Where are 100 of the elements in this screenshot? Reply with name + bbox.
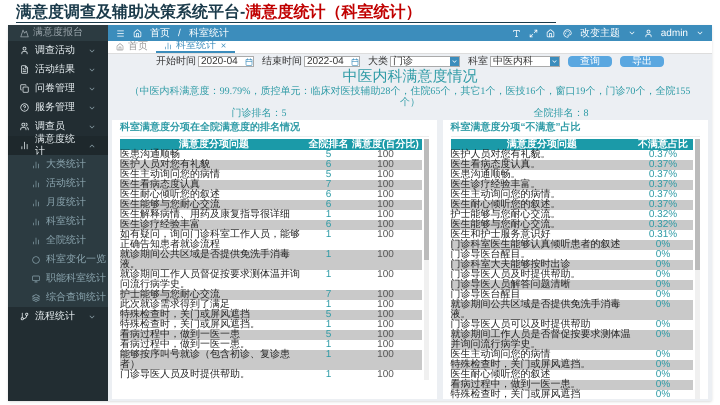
table-cell-text: 0% [654,370,672,380]
column-header: 不满意占比 [636,139,689,150]
table-cell-text: 100 [376,160,395,170]
filter-label: 开始时间 [156,56,196,67]
table-cell-text: 100 [376,350,395,362]
table-cell-text: 100 [376,290,395,300]
table-cell-text: 0% [654,290,672,300]
sidebar-subitem[interactable]: 全院统计 [8,231,108,250]
table-cell-text: 6 [324,160,332,170]
breadcrumb: / [178,26,181,40]
table-cell-text: 如有疑问，询问门诊科室工作人员，能够正确告知患者就诊流程 [120,230,301,250]
home-icon [116,42,124,50]
table-cell-text: 100 [376,180,395,190]
report-summary: （中医内科满意度：99.79%，质控单元：临床对医技辅助28个，住院65个，其它1个，医技16个，窗口19个，门诊70个，全院155个） [128,86,692,108]
table-cell-text: 医生解释病情、用药及康复指导很详细 [120,210,291,220]
table-cell-text: 100 [376,300,395,310]
action-button[interactable]: 查询 [568,56,612,67]
table-cell-text: 1 [324,340,332,350]
table-cell-text: 100 [376,200,395,210]
table-cell-text: 医生看病态度认真 [120,180,200,190]
table-cell-text: 0.37% [648,170,678,180]
font-size-icon[interactable] [512,28,521,38]
table-cell-text: 0.32% [648,210,678,220]
fullscreen-icon[interactable] [528,28,538,38]
table-cell-text: 看病过程中，做到一医一患 [120,330,241,340]
user-menu[interactable]: admin [660,26,688,40]
table-cell-text: 医护人员对您有礼貌。 [450,150,552,160]
table-cell-text: 0.37% [648,190,678,200]
sidebar-subitem[interactable]: 科室统计 [8,212,108,231]
report-title: 中医内科满意度情况 [342,69,478,86]
table-cell-text: 100 [376,330,395,340]
filter-label: 科室 [468,56,488,67]
date-field[interactable]: 2020-04 [198,56,254,67]
scrollbar[interactable] [424,139,428,380]
table-cell-text: 100 [376,170,395,180]
table-cell-text: 0% [654,240,672,250]
close-icon[interactable] [220,42,227,49]
table-cell-text: 医生诊疗经验丰富 [120,220,200,230]
table-cell-text: 100 [376,310,395,320]
table-cell-text: 0.37% [648,200,678,210]
select-field[interactable]: 中医内科 [490,56,560,67]
table-cell-text: 医生耐心倾听您的叙述 [450,370,552,380]
table-cell-text: 100 [376,190,395,200]
filter-label: 结束时间 [262,56,302,67]
table-cell-text: 医生主动询问您的病情 [450,350,551,360]
calendar-icon [245,58,253,66]
sidebar-subitem[interactable]: 综合查询统计 [8,288,108,307]
table-cell-text: 100 [376,270,395,282]
sidebar-item[interactable]: 满意度统计 [8,136,108,155]
table-cell-text: 1 [324,250,332,262]
sidebar-subitem[interactable]: 月度统计 [8,193,108,212]
table-cell-text: 门诊科室大夫能够按时出诊 [450,260,572,270]
column-header: 满意度分项问题 [178,139,250,150]
scrollbar[interactable] [695,139,700,399]
tab[interactable]: 首页 [108,40,156,53]
caret-icon [551,58,558,65]
table-cell-text: 0.37% [648,150,678,160]
table-cell-text: 门诊导医人员及时提供帮助。 [120,370,251,380]
home-icon[interactable] [546,28,555,38]
sidebar-subitem[interactable]: 大类统计 [8,155,108,174]
table-cell-text: 医生主动询问您的病情。 [450,190,562,200]
card-title: 科室满意度分项在全院满意度的排名情况 [120,122,428,137]
table-cell-text: 就诊期间工作人员是否督促按要求测体温并询问流行病学史。 [450,330,632,350]
table-cell-text: 100 [376,320,395,330]
sidebar-subitem[interactable]: 职能科室统计 [8,269,108,288]
sidebar-subitem[interactable]: 科室变化一览 [8,250,108,269]
table-cell-text: 0% [654,330,672,342]
column-header: 满意度(百分比) [351,139,420,150]
table-cell-text: 6 [324,220,332,230]
table-cell-text: 0.31% [648,230,678,240]
table-cell-text: 0% [654,380,672,390]
sidebar-item[interactable]: 问卷管理 [8,79,108,98]
sidebar-item[interactable]: 活动结果 [8,60,108,79]
table-cell-text: 特殊检查时，关门或屏风遮挡 [120,310,251,320]
table-cell-text: 0% [654,270,672,280]
sidebar-item[interactable]: 服务管理 [8,98,108,117]
table-cell-text: 6 [324,190,332,200]
chevron-icon [696,29,704,37]
theme-menu[interactable]: 改变主题 [580,26,620,40]
table-cell-text: 100 [376,150,394,160]
table-cell-text: 5 [324,330,332,340]
table-cell-text: 100 [376,370,395,380]
select-field[interactable]: 门诊 [390,56,460,67]
sidebar-item[interactable]: 调查活动 [8,41,108,60]
table-cell-text: 医生能够与您耐心交流。 [450,220,562,230]
date-field[interactable]: 2022-04 [304,56,360,67]
sidebar-subitem[interactable]: 活动统计 [8,174,108,193]
sidebar-item[interactable]: 流程统计 [8,307,108,326]
table-cell-text: 5 [324,150,332,160]
table-cell-text: 门诊科室医生能够认真倾听患者的叙述 [450,240,622,250]
table-cell-text: 100 [376,250,395,262]
user-icon [644,28,653,38]
action-button[interactable]: 导出 [620,56,664,67]
table-cell-text: 就诊期间工作人员督促按要求测体温并询问流行病学史。 [120,270,301,290]
table-cell-text: 1 [324,230,332,242]
caret-icon [451,58,458,65]
table-cell-text: 能够按序叫号就诊（包含初诊、复诊患者） [120,350,291,370]
column-header: 全院排名 [308,139,350,150]
table-cell-text: 5 [324,310,332,320]
filter-label: 大类 [368,56,388,67]
